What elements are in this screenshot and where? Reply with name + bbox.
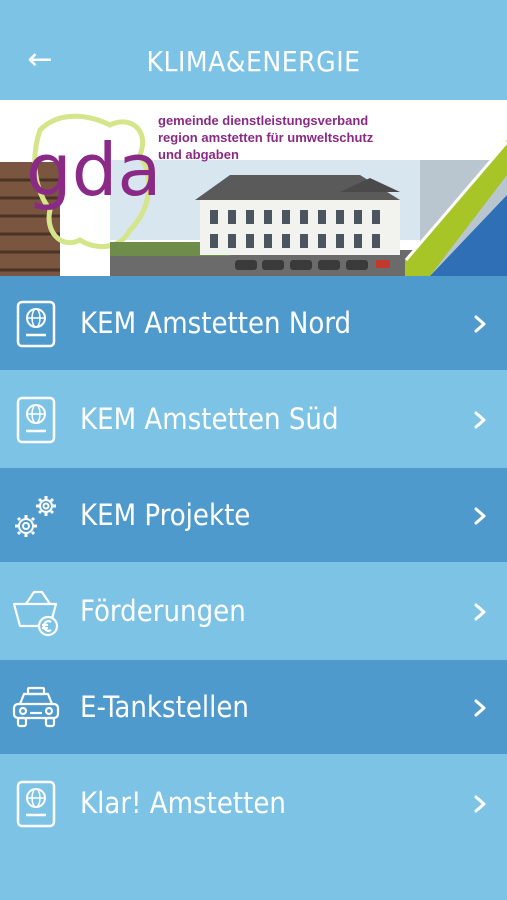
passport-globe-icon (16, 396, 56, 444)
menu-item-label: E-Tankstellen (80, 690, 249, 724)
page-title: KLIMA&ENERGIE (146, 45, 361, 78)
menu-item-kem-amstetten-nord[interactable]: KEM Amstetten Nord (0, 276, 507, 370)
chevron-right-icon (474, 603, 486, 621)
menu-item-e-tankstellen[interactable]: E-Tankstellen (0, 660, 507, 754)
basket-euro-icon (12, 590, 59, 637)
menu-item-klar-amstetten[interactable]: Klar! Amstetten (0, 756, 507, 850)
banner-line-1: gemeinde dienstleistungsverband (158, 113, 369, 128)
chevron-right-icon (474, 795, 486, 813)
chevron-right-icon (474, 315, 486, 333)
menu-item-label: Förderungen (80, 594, 246, 628)
banner-line-2: region amstetten für umweltschutz (158, 130, 374, 145)
taxi-car-icon (12, 686, 60, 728)
menu-item-kem-amstetten-sued[interactable]: KEM Amstetten Süd (0, 372, 507, 466)
gears-icon (15, 496, 56, 537)
menu-list: KEM Amstetten Nord KEM Amstetten Süd KEM… (0, 276, 507, 852)
menu-item-label: KEM Projekte (80, 498, 251, 532)
banner-line-3: und abgaben (158, 147, 239, 162)
chevron-right-icon (474, 411, 486, 429)
menu-item-kem-projekte[interactable]: KEM Projekte (0, 468, 507, 562)
banner-image: gemeinde dienstleistungsverband region a… (0, 100, 507, 276)
menu-item-label: KEM Amstetten Süd (80, 402, 339, 436)
app-header: ← KLIMA&ENERGIE (0, 0, 507, 100)
chevron-right-icon (474, 699, 486, 717)
menu-item-label: Klar! Amstetten (80, 786, 286, 820)
menu-item-label: KEM Amstetten Nord (80, 306, 352, 340)
chevron-right-icon (474, 507, 486, 525)
passport-globe-icon (16, 300, 56, 348)
passport-globe-icon (16, 780, 56, 828)
gda-logo: gda (26, 128, 162, 212)
menu-item-foerderungen[interactable]: Förderungen (0, 564, 507, 658)
